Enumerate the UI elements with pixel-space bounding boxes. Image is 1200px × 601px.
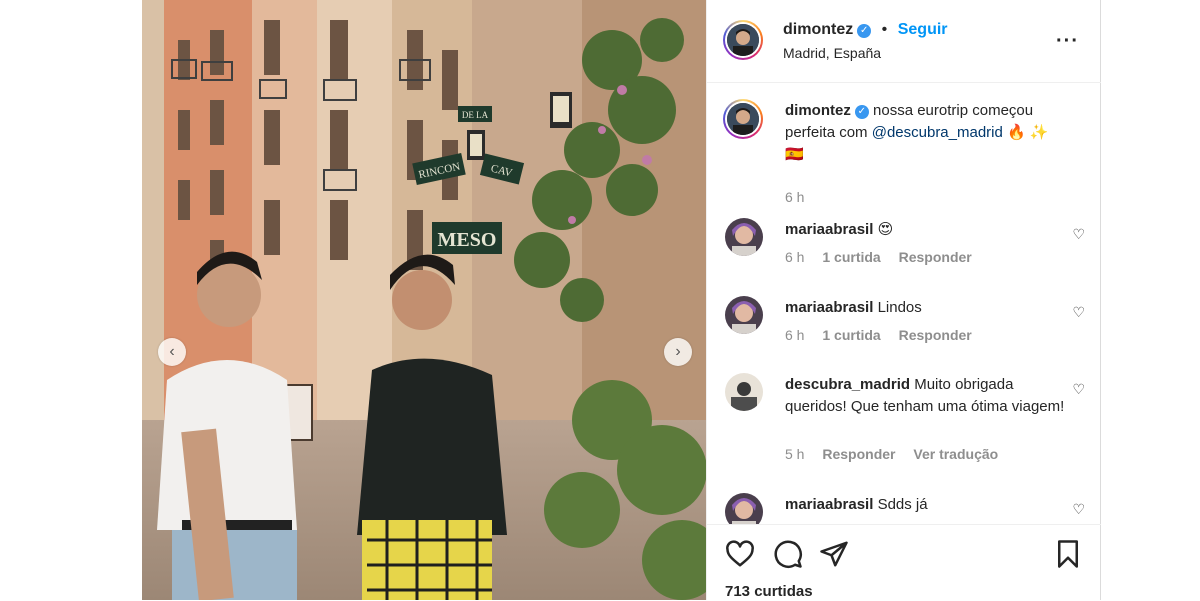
likes-count[interactable]: 713 curtidas [725,583,813,600]
heart-outline-icon: ♡ [1072,226,1085,242]
comment-text: Sdds já [877,496,928,513]
separator-dot: • [881,21,888,38]
like-comment-button[interactable]: ♡ [1072,304,1085,321]
next-photo-button[interactable]: › [664,338,692,366]
commenter-avatar[interactable] [725,218,763,256]
comment-item: mariaabrasil Sdds já ♡ [721,493,1091,524]
caption-username[interactable]: dimontez [785,102,851,119]
commenter-avatar[interactable] [725,373,763,411]
reply-button[interactable]: Responder [899,327,972,343]
instagram-post: DE LA RINCON CAV MESO ‹ › dimontez ✓ • S… [142,0,1101,600]
heart-outline-icon: ♡ [1072,381,1085,397]
more-horizontal-icon: ··· [1056,30,1079,52]
avatar-image [725,296,763,334]
reply-button[interactable]: Responder [899,249,972,265]
avatar-image [727,24,759,56]
heart-outline-icon: ♡ [1072,501,1085,517]
comment-text: Lindos [877,299,922,316]
caption: dimontez ✓ nossa eurotrip começou perfeit… [721,99,1091,205]
comment-likes[interactable]: 1 curtida [822,249,880,265]
comments-list[interactable]: dimontez ✓ nossa eurotrip começou perfeit… [707,83,1101,524]
verified-badge-icon: ✓ [857,24,872,38]
sign-de-la: DE LA [462,110,489,120]
comment-username[interactable]: mariaabrasil [785,299,873,316]
like-comment-button[interactable]: ♡ [1072,501,1085,518]
avatar-image [725,218,763,256]
bookmark-icon[interactable] [1053,539,1083,569]
post-actions: 713 curtidas [707,524,1101,601]
comment-icon[interactable] [773,539,803,569]
translate-button[interactable]: Ver tradução [913,446,998,462]
verified-badge-icon: ✓ [854,105,869,119]
photo-illustration: DE LA RINCON CAV MESO [142,0,706,600]
like-comment-button[interactable]: ♡ [1072,381,1085,398]
avatar-image [725,373,763,411]
reply-button[interactable]: Responder [822,446,895,462]
comment-time[interactable]: 5 h [785,446,804,462]
commenter-avatar[interactable] [725,493,763,524]
caption-author-avatar[interactable] [723,99,763,139]
comment-time[interactable]: 6 h [785,249,804,265]
comment-item: mariaabrasil Lindos 6 h 1 curtida Respon… [721,296,1091,356]
share-icon[interactable] [819,539,849,569]
post-photo[interactable]: DE LA RINCON CAV MESO ‹ › [142,0,706,600]
heart-icon[interactable] [725,539,755,569]
avatar-image [725,493,763,524]
comment-text: 😍 [877,221,894,238]
chevron-right-icon: › [675,343,681,360]
post-location[interactable]: Madrid, España [783,45,881,61]
comment-username[interactable]: mariaabrasil [785,221,873,238]
post-side-panel: dimontez ✓ • Seguir Madrid, España ··· d… [706,0,1101,600]
caption-mention-link[interactable]: @descubra_madrid [872,124,1003,141]
comment-time[interactable]: 6 h [785,327,804,343]
comment-item: mariaabrasil 😍 6 h 1 curtida Responder ♡ [721,218,1091,278]
caption-time[interactable]: 6 h [785,189,804,205]
post-header: dimontez ✓ • Seguir Madrid, España ··· [707,0,1101,83]
author-avatar[interactable] [723,20,763,60]
avatar-image [727,103,759,135]
author-username[interactable]: dimontez [783,21,853,38]
more-options-button[interactable]: ··· [1056,30,1079,53]
previous-photo-button[interactable]: ‹ [158,338,186,366]
comment-item: descubra_madrid Muito obrigada queridos!… [721,373,1091,468]
heart-outline-icon: ♡ [1072,304,1085,320]
chevron-left-icon: ‹ [169,343,175,360]
comment-username[interactable]: mariaabrasil [785,496,873,513]
comment-likes[interactable]: 1 curtida [822,327,880,343]
like-comment-button[interactable]: ♡ [1072,226,1085,243]
sign-meso: MESO [438,229,497,251]
commenter-avatar[interactable] [725,296,763,334]
follow-button[interactable]: Seguir [898,21,948,38]
comment-username[interactable]: descubra_madrid [785,376,910,393]
